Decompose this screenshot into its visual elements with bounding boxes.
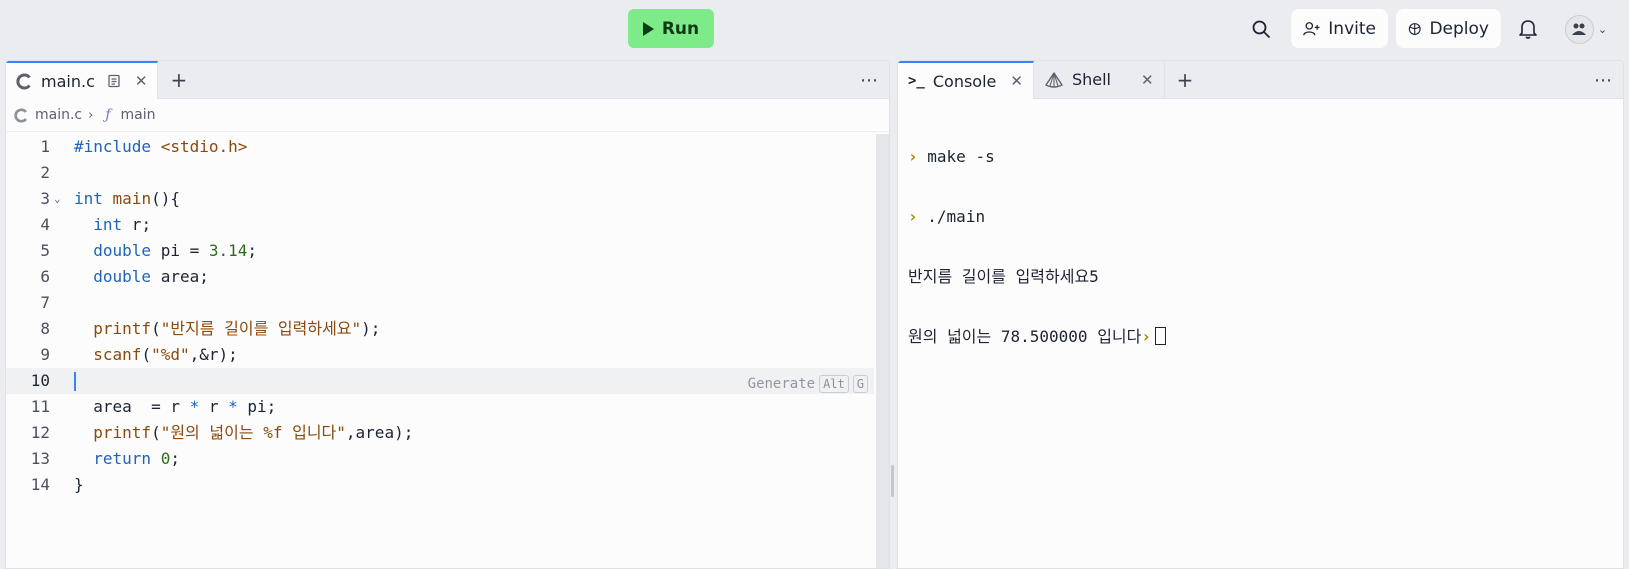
editor-tab-bar: main.c ✕ +: [6, 61, 889, 99]
code-line[interactable]: 12 printf("원의 넓이는 %f 입니다",area);: [6, 420, 874, 446]
deploy-button[interactable]: Deploy: [1396, 9, 1501, 48]
deploy-icon: [1408, 22, 1421, 35]
code-editor[interactable]: 1 #include <stdio.h> 2 3 ⌄ int main(){ 4 in…: [6, 134, 874, 498]
more-options-icon[interactable]: ⋯: [1594, 70, 1613, 91]
tab-console[interactable]: >_ Console ✕: [898, 61, 1034, 99]
file-outline-icon[interactable]: [107, 74, 121, 88]
invite-button[interactable]: Invite: [1291, 9, 1388, 48]
code-line[interactable]: 11 area = r * r * pi;: [6, 394, 874, 420]
code-line[interactable]: 5 double pi = 3.14;: [6, 238, 874, 264]
function-icon: ƒ: [105, 107, 111, 123]
add-user-icon: [1303, 21, 1320, 35]
chevron-down-icon: ⌄: [1597, 22, 1608, 36]
top-bar: Run Invite Deploy ⌄: [0, 0, 1629, 57]
editor-panel: main.c ✕ + ⋯ main.c › ƒ main 1 #include <…: [5, 60, 890, 569]
chevron-right-icon: ›: [88, 107, 94, 123]
code-line[interactable]: 7: [6, 290, 874, 316]
console-line: › make -s: [908, 147, 995, 166]
close-icon[interactable]: ✕: [1141, 71, 1154, 89]
run-label: Run: [661, 18, 700, 39]
new-tab-button[interactable]: +: [1165, 61, 1206, 98]
text-cursor: [74, 372, 76, 391]
code-line[interactable]: 14}: [6, 472, 874, 498]
fold-chevron-icon[interactable]: ⌄: [54, 186, 61, 212]
close-icon[interactable]: ✕: [135, 72, 148, 90]
editor-scrollbar[interactable]: [876, 134, 889, 568]
avatar-icon: [1572, 23, 1587, 35]
console-tab-bar: >_ Console ✕ Shell ✕ +: [898, 61, 1623, 99]
console-output[interactable]: › make -s › ./main 반지름 길이를 입력하세요5 원의 넓이는…: [908, 107, 1613, 387]
code-line[interactable]: 3 ⌄ int main(){: [6, 186, 874, 212]
prompt-chevron-icon: ›: [908, 207, 918, 226]
tab-main-c[interactable]: main.c ✕: [6, 61, 159, 99]
terminal-prompt-icon: >_: [908, 73, 925, 89]
tab-label: main.c: [41, 71, 95, 91]
active-code-line[interactable]: 10 Generate Alt G: [6, 368, 874, 394]
invite-label: Invite: [1328, 18, 1376, 39]
more-options-icon[interactable]: ⋯: [860, 70, 879, 91]
shell-icon: [1045, 71, 1063, 88]
play-icon: [642, 21, 654, 36]
code-line[interactable]: 9 scanf("%d",&r);: [6, 342, 874, 368]
close-icon[interactable]: ✕: [1010, 72, 1023, 90]
tab-shell-label: Shell: [1071, 70, 1111, 89]
code-line[interactable]: 13 return 0;: [6, 446, 874, 472]
c-language-icon: [14, 107, 27, 123]
account-menu[interactable]: ⌄: [1562, 13, 1610, 45]
run-button[interactable]: Run: [628, 9, 714, 48]
pane-resize-handle[interactable]: [891, 465, 894, 497]
console-line: › ./main: [908, 207, 986, 226]
code-line[interactable]: 6 double area;: [6, 264, 874, 290]
c-language-icon: [16, 73, 31, 89]
breadcrumb: main.c › ƒ main: [6, 99, 889, 132]
breadcrumb-file[interactable]: main.c: [35, 107, 82, 123]
prompt-chevron-icon: ›: [908, 147, 918, 166]
tab-shell[interactable]: Shell ✕: [1034, 61, 1165, 98]
terminal-cursor: [1155, 327, 1166, 345]
console-line: 반지름 길이를 입력하세요5: [908, 267, 1099, 286]
code-line[interactable]: 1 #include <stdio.h>: [6, 134, 874, 160]
breadcrumb-symbol[interactable]: main: [121, 107, 156, 123]
avatar: [1564, 14, 1594, 44]
prompt-chevron-icon: ›: [1141, 327, 1151, 346]
deploy-label: Deploy: [1429, 18, 1489, 39]
code-line[interactable]: 4 int r;: [6, 212, 874, 238]
tab-console-label: Console: [932, 71, 997, 91]
search-button[interactable]: [1248, 16, 1274, 42]
code-line[interactable]: 8 printf("반지름 길이를 입력하세요");: [6, 316, 874, 342]
bell-icon: [1519, 20, 1537, 39]
console-panel: >_ Console ✕ Shell ✕ + ⋯ › make -s › ./m…: [897, 60, 1624, 569]
search-icon: [1252, 20, 1270, 38]
notifications-button[interactable]: [1515, 16, 1541, 42]
console-line: 원의 넓이는 78.500000 입니다›: [908, 327, 1613, 347]
code-line[interactable]: 2: [6, 160, 874, 186]
new-tab-button[interactable]: +: [158, 61, 199, 98]
